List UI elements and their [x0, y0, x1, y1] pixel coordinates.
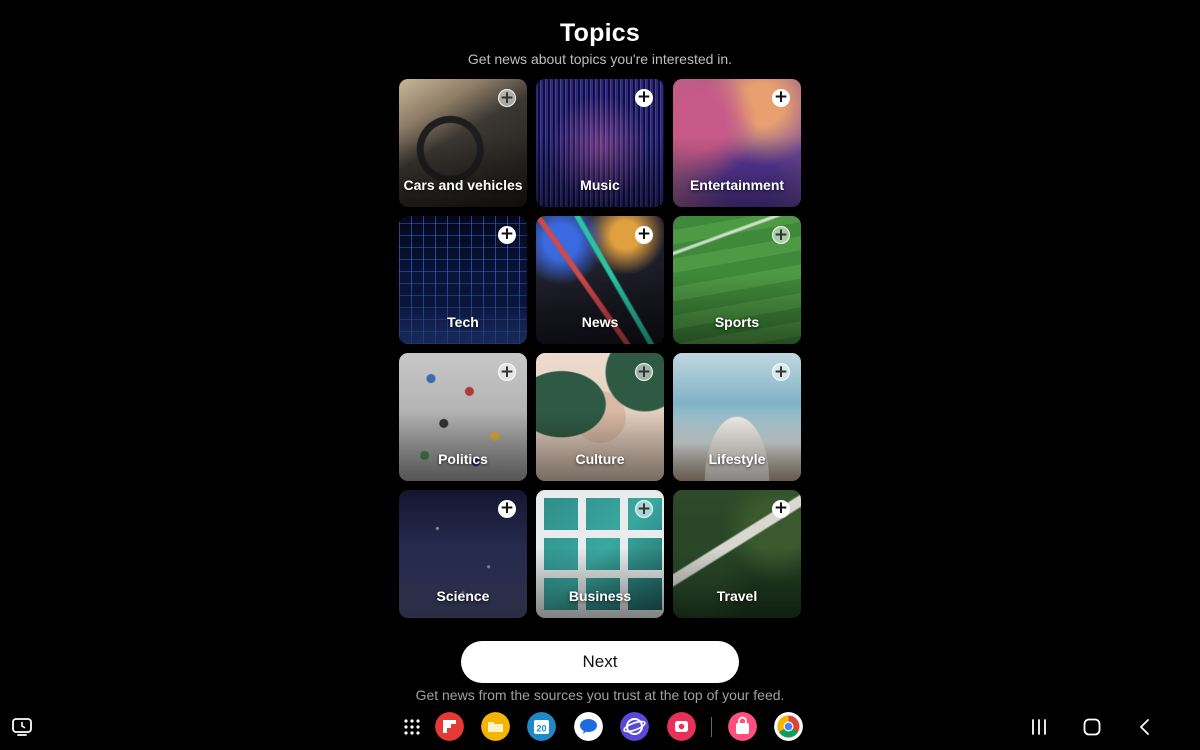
topic-tile-entertainment[interactable]: + Entertainment: [673, 79, 801, 207]
add-icon[interactable]: +: [498, 89, 516, 107]
footnote-text: Get news from the sources you trust at t…: [415, 687, 785, 703]
topic-tile-cars-and-vehicles[interactable]: + Cars and vehicles: [399, 79, 527, 207]
topic-label: Business: [568, 588, 632, 604]
topic-tile-science[interactable]: + Science: [399, 490, 527, 618]
topic-label: Entertainment: [689, 177, 785, 193]
topic-tile-lifestyle[interactable]: + Lifestyle: [673, 353, 801, 481]
topic-tile-sports[interactable]: + Sports: [673, 216, 801, 344]
topic-label: Music: [580, 177, 620, 193]
topic-label: Culture: [575, 451, 625, 467]
page-title: Topics: [560, 19, 640, 47]
flipboard-app-icon[interactable]: [435, 712, 464, 741]
back-nav-icon[interactable]: [1135, 716, 1155, 738]
topic-label: Travel: [716, 588, 758, 604]
topic-tile-travel[interactable]: + Travel: [673, 490, 801, 618]
topic-label: Science: [436, 588, 490, 604]
next-button[interactable]: Next: [461, 641, 739, 683]
calendar-app-icon[interactable]: 20: [527, 712, 556, 741]
add-icon[interactable]: +: [635, 226, 653, 244]
page-subtitle: Get news about topics you're interested …: [467, 51, 733, 67]
topics-grid: + Cars and vehicles + Music + Entertainm…: [399, 79, 802, 618]
add-icon[interactable]: +: [635, 500, 653, 518]
screen-recorder-app-icon[interactable]: [667, 712, 696, 741]
topic-label: Cars and vehicles: [403, 177, 523, 193]
topic-label: Lifestyle: [708, 451, 766, 467]
topic-tile-music[interactable]: + Music: [536, 79, 664, 207]
topic-tile-politics[interactable]: + Politics: [399, 353, 527, 481]
topic-label: Tech: [447, 314, 479, 330]
internet-browser-app-icon[interactable]: [620, 712, 649, 741]
add-icon[interactable]: +: [498, 226, 516, 244]
topic-label: Politics: [438, 451, 488, 467]
my-files-app-icon[interactable]: [481, 712, 510, 741]
topic-tile-culture[interactable]: + Culture: [536, 353, 664, 481]
recents-nav-icon[interactable]: [1029, 716, 1049, 738]
dock-divider: [711, 717, 712, 737]
chrome-app-icon[interactable]: [774, 712, 803, 741]
add-icon[interactable]: +: [498, 363, 516, 381]
app-drawer-icon[interactable]: [403, 718, 421, 736]
app-dock: 20: [0, 712, 1200, 742]
topic-tile-tech[interactable]: + Tech: [399, 216, 527, 344]
add-icon[interactable]: +: [498, 500, 516, 518]
home-nav-icon[interactable]: [1081, 716, 1103, 738]
add-icon[interactable]: +: [635, 89, 653, 107]
topic-label: Sports: [714, 314, 760, 330]
galaxy-store-app-icon[interactable]: [728, 712, 757, 741]
add-icon[interactable]: +: [772, 89, 790, 107]
add-icon[interactable]: +: [772, 363, 790, 381]
add-icon[interactable]: +: [772, 226, 790, 244]
add-icon[interactable]: +: [772, 500, 790, 518]
calendar-day-text: 20: [536, 724, 546, 734]
topic-label: News: [581, 314, 619, 330]
topic-tile-news[interactable]: + News: [536, 216, 664, 344]
messages-app-icon[interactable]: [574, 712, 603, 741]
add-icon[interactable]: +: [635, 363, 653, 381]
topic-tile-business[interactable]: + Business: [536, 490, 664, 618]
